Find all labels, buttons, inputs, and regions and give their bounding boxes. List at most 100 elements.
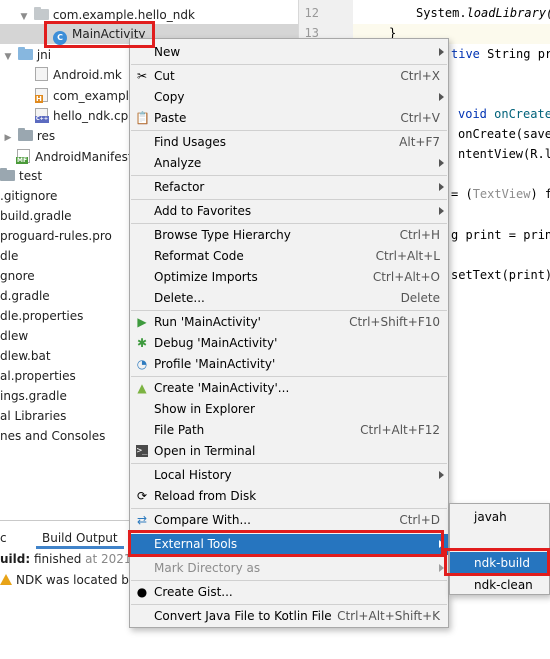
tree-item-gradlew[interactable]: dlew bbox=[0, 326, 28, 346]
menu-item-debug[interactable]: ✱ Debug 'MainActivity' bbox=[130, 333, 448, 354]
tree-label: dle bbox=[0, 249, 19, 263]
tree-item-root-build-gradle[interactable]: d.gradle bbox=[0, 286, 50, 306]
submenu-arrow-icon bbox=[439, 564, 444, 572]
menu-label: Optimize Imports bbox=[154, 270, 258, 284]
menu-label: Run 'MainActivity' bbox=[154, 315, 261, 329]
menu-label: Cut bbox=[154, 69, 175, 83]
menu-item-add-to-favorites[interactable]: Add to Favorites bbox=[130, 201, 448, 222]
code-line-super: onCreate(saved bbox=[458, 127, 550, 141]
menu-item-compare-with[interactable]: ⇄ Compare With... Ctrl+D bbox=[130, 510, 448, 531]
submenu-arrow-icon bbox=[439, 159, 444, 167]
expand-arrow-icon[interactable]: ▼ bbox=[2, 47, 14, 67]
menu-item-run[interactable]: ▶ Run 'MainActivity' Ctrl+Shift+F10 bbox=[130, 312, 448, 333]
manifest-file-icon bbox=[16, 149, 30, 164]
menu-item-cut[interactable]: ✂ Cut Ctrl+X bbox=[130, 66, 448, 87]
menu-item-file-path[interactable]: File Path Ctrl+Alt+F12 bbox=[130, 420, 448, 441]
reload-icon: ⟳ bbox=[136, 489, 148, 503]
tree-item-manifest[interactable]: AndroidManifest.x bbox=[16, 147, 144, 167]
debug-bug-icon: ✱ bbox=[136, 336, 148, 350]
folder-icon bbox=[17, 47, 33, 60]
menu-item-reload-from-disk[interactable]: ⟳ Reload from Disk bbox=[130, 486, 448, 507]
file-icon bbox=[35, 67, 48, 81]
tree-item-settings-gradle[interactable]: ings.gradle bbox=[0, 386, 67, 406]
menu-item-delete[interactable]: Delete... Delete bbox=[130, 288, 448, 309]
menu-item-paste[interactable]: 📋 Paste Ctrl+V bbox=[130, 108, 448, 129]
tree-item-package[interactable]: ▼ com.example.hello_ndk bbox=[18, 5, 195, 25]
menu-item-convert-to-kotlin[interactable]: Convert Java File to Kotlin File Ctrl+Alt… bbox=[130, 606, 448, 627]
build-label: uild: bbox=[0, 552, 31, 566]
menu-item-analyze[interactable]: Analyze bbox=[130, 153, 448, 174]
menu-item-copy[interactable]: Copy bbox=[130, 87, 448, 108]
menu-separator bbox=[131, 130, 447, 131]
tree-label: proguard-rules.pro bbox=[0, 229, 112, 243]
submenu-arrow-icon bbox=[439, 93, 444, 101]
tree-item-root-gitignore[interactable]: gnore bbox=[0, 266, 35, 286]
tab-previous[interactable]: c bbox=[0, 527, 7, 549]
code-line-content-view: ntentView(R.lay bbox=[458, 147, 550, 161]
menu-separator bbox=[131, 64, 447, 65]
menu-item-optimize-imports[interactable]: Optimize Imports Ctrl+Alt+O bbox=[130, 267, 448, 288]
folder-icon bbox=[17, 128, 33, 141]
code-token: void bbox=[458, 107, 495, 121]
menu-separator bbox=[131, 508, 447, 509]
tree-item-header[interactable]: com_example_ bbox=[35, 86, 142, 106]
menu-separator bbox=[131, 463, 447, 464]
tree-label: al Libraries bbox=[0, 409, 67, 423]
tree-item-gradlew-bat[interactable]: dlew.bat bbox=[0, 346, 51, 366]
tree-item-scratches[interactable]: nes and Consoles bbox=[0, 426, 105, 446]
tree-item-android-mk[interactable]: Android.mk bbox=[35, 65, 122, 85]
code-token: String pri bbox=[487, 47, 550, 61]
menu-item-local-history[interactable]: Local History bbox=[130, 465, 448, 486]
menu-item-create-gist[interactable]: ● Create Gist... bbox=[130, 582, 448, 603]
tree-label: hello_ndk.cpp bbox=[53, 109, 136, 123]
profiler-gauge-icon: ◔ bbox=[136, 357, 148, 371]
tree-label: res bbox=[36, 129, 56, 143]
menu-shortcut: Ctrl+Alt+L bbox=[375, 249, 440, 263]
tree-item-cpp[interactable]: hello_ndk.cpp bbox=[35, 106, 136, 126]
tree-item-local-properties[interactable]: al.properties bbox=[0, 366, 76, 386]
collapse-arrow-icon[interactable]: ▶ bbox=[2, 128, 14, 148]
menu-shortcut: Ctrl+Alt+F12 bbox=[360, 423, 440, 437]
menu-shortcut: Ctrl+X bbox=[400, 69, 440, 83]
tab-build-output[interactable]: Build Output bbox=[36, 527, 124, 549]
menu-label: Analyze bbox=[154, 156, 202, 170]
tree-item-external-libraries[interactable]: al Libraries bbox=[0, 406, 66, 426]
menu-item-refactor[interactable]: Refactor bbox=[130, 177, 448, 198]
submenu-item-ndk-build[interactable]: ndk-build bbox=[450, 552, 549, 574]
tree-item-test[interactable]: test bbox=[0, 166, 42, 186]
menu-separator bbox=[131, 376, 447, 377]
submenu-arrow-icon bbox=[439, 540, 444, 548]
tree-item-proguard[interactable]: proguard-rules.pro bbox=[0, 226, 112, 246]
menu-item-profile[interactable]: ◔ Profile 'MainActivity' bbox=[130, 354, 448, 375]
tree-item-build-gradle[interactable]: build.gradle bbox=[0, 206, 72, 226]
menu-shortcut: Ctrl+Alt+O bbox=[372, 270, 440, 284]
code-token: onCreate(saved bbox=[458, 127, 550, 141]
menu-label: Debug 'MainActivity' bbox=[154, 336, 278, 350]
submenu-item-ndk-clean[interactable]: ndk-clean bbox=[450, 574, 549, 596]
menu-label: Open in Terminal bbox=[154, 444, 256, 458]
menu-item-find-usages[interactable]: Find Usages Alt+F7 bbox=[130, 132, 448, 153]
tree-item-gradle-properties[interactable]: dle.properties bbox=[0, 306, 83, 326]
scissors-icon: ✂ bbox=[136, 69, 148, 83]
code-token: loadLibrary( bbox=[466, 6, 550, 20]
warning-icon bbox=[0, 574, 12, 585]
menu-item-new[interactable]: New bbox=[130, 42, 448, 63]
menu-item-reformat-code[interactable]: Reformat Code Ctrl+Alt+L bbox=[130, 246, 448, 267]
submenu-item-javah[interactable]: javah bbox=[450, 506, 549, 528]
build-status: finished bbox=[30, 552, 82, 566]
menu-item-show-in-explorer[interactable]: Show in Explorer bbox=[130, 399, 448, 420]
menu-separator bbox=[131, 175, 447, 176]
clipboard-icon: 📋 bbox=[135, 111, 150, 125]
tree-item-jni[interactable]: ▼ jni bbox=[2, 45, 51, 65]
submenu-arrow-icon bbox=[439, 207, 444, 215]
code-line-12: System.loadLibrary( bbox=[416, 6, 550, 20]
menu-item-external-tools[interactable]: External Tools bbox=[130, 534, 448, 555]
menu-shortcut: Ctrl+Shift+F10 bbox=[349, 315, 440, 329]
menu-item-browse-type-hierarchy[interactable]: Browse Type Hierarchy Ctrl+H bbox=[130, 225, 448, 246]
tree-item-res[interactable]: ▶ res bbox=[2, 126, 55, 146]
menu-shortcut: Ctrl+Alt+Shift+K bbox=[337, 609, 440, 623]
tree-item-gradle[interactable]: dle bbox=[0, 246, 18, 266]
tree-item-gitignore[interactable]: .gitignore bbox=[0, 186, 57, 206]
menu-item-open-in-terminal[interactable]: >_ Open in Terminal bbox=[130, 441, 448, 462]
menu-item-create[interactable]: ▲ Create 'MainActivity'... bbox=[130, 378, 448, 399]
